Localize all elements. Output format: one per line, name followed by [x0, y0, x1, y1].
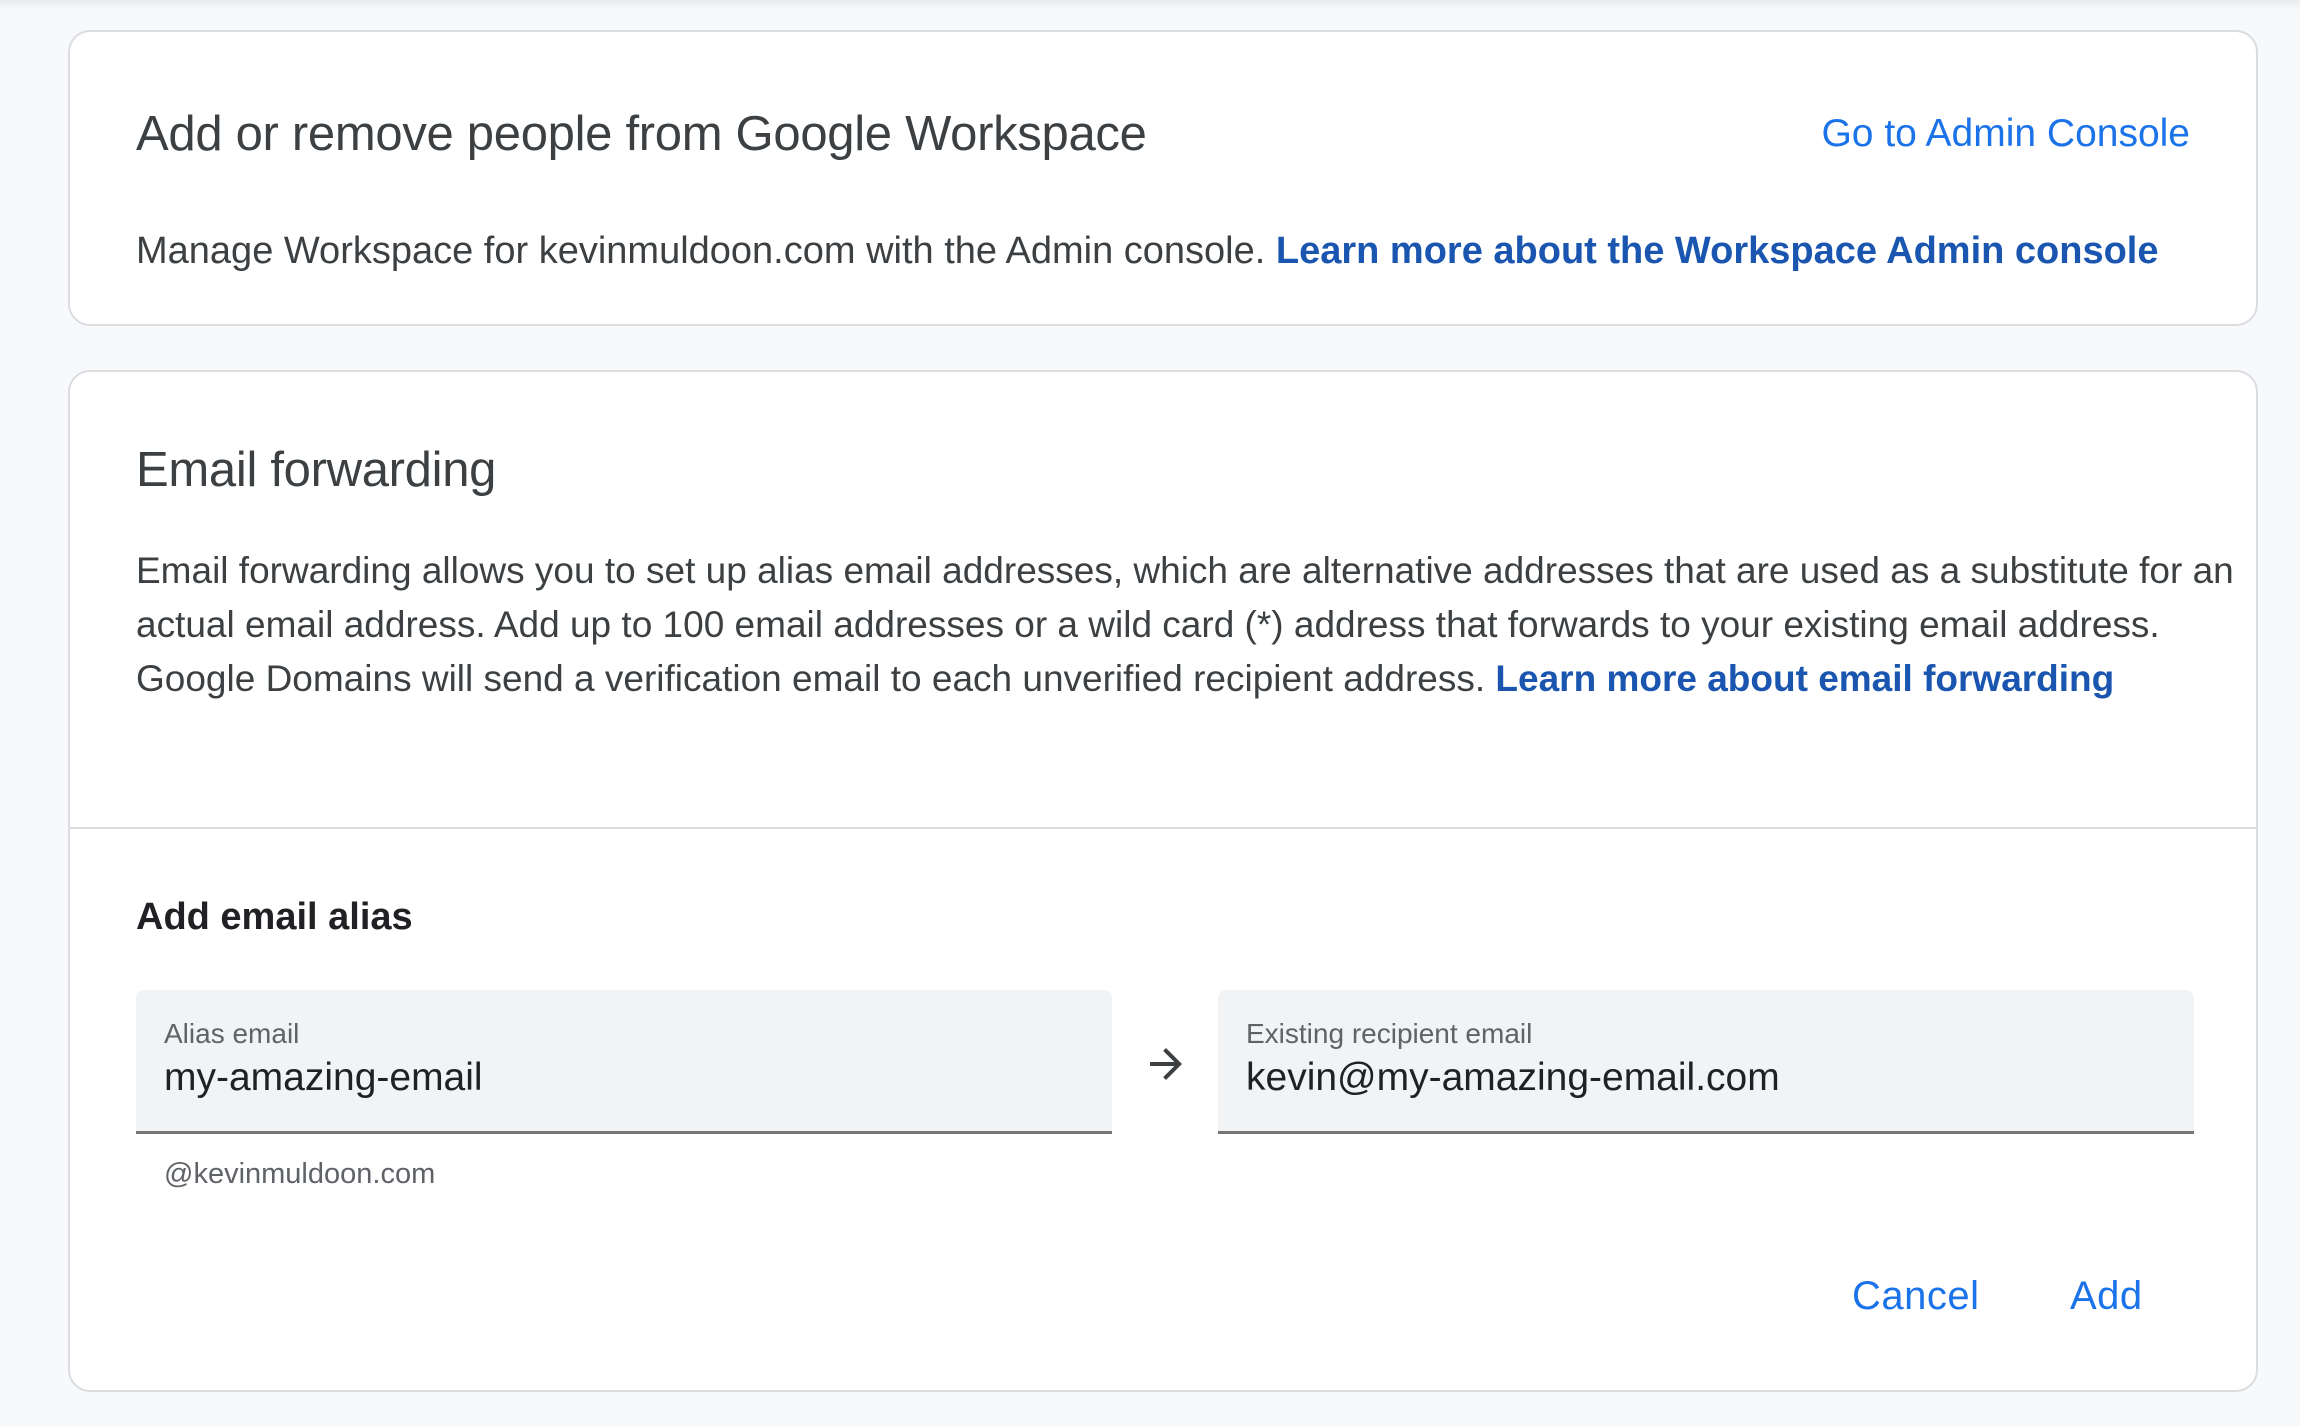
top-shade [0, 0, 2300, 10]
email-forwarding-title: Email forwarding [136, 443, 497, 497]
recipient-email-input[interactable]: kevin@my-amazing-email.com [1246, 1056, 1780, 1100]
recipient-email-label: Existing recipient email [1246, 1018, 1533, 1049]
section-divider [70, 827, 2256, 829]
alias-domain-hint: @kevinmuldoon.com [164, 1158, 436, 1190]
add-button[interactable]: Add [2070, 1274, 2143, 1319]
workspace-learn-more-link[interactable]: Learn more about the Workspace Admin con… [1276, 230, 2159, 272]
email-forwarding-description: Email forwarding allows you to set up al… [136, 544, 2266, 706]
add-email-alias-heading: Add email alias [136, 896, 413, 938]
go-to-admin-console-link[interactable]: Go to Admin Console [1821, 112, 2190, 156]
arrow-right-icon [1150, 1048, 1182, 1080]
cancel-button[interactable]: Cancel [1852, 1274, 1980, 1319]
alias-email-label: Alias email [164, 1018, 300, 1049]
email-forwarding-card: Email forwarding Email forwarding allows… [68, 370, 2258, 1392]
workspace-description-text: Manage Workspace for kevinmuldoon.com wi… [136, 230, 1266, 272]
workspace-card: Add or remove people from Google Workspa… [68, 30, 2258, 326]
workspace-card-title: Add or remove people from Google Workspa… [136, 107, 1147, 161]
workspace-description: Manage Workspace for kevinmuldoon.com wi… [136, 230, 2159, 273]
email-forwarding-learn-more-link[interactable]: Learn more about email forwarding [1495, 658, 2114, 699]
recipient-email-field[interactable]: Existing recipient email kevin@my-amazin… [1218, 990, 2194, 1134]
alias-email-field[interactable]: Alias email my-amazing-email [136, 990, 1112, 1134]
alias-email-input[interactable]: my-amazing-email [164, 1056, 483, 1100]
